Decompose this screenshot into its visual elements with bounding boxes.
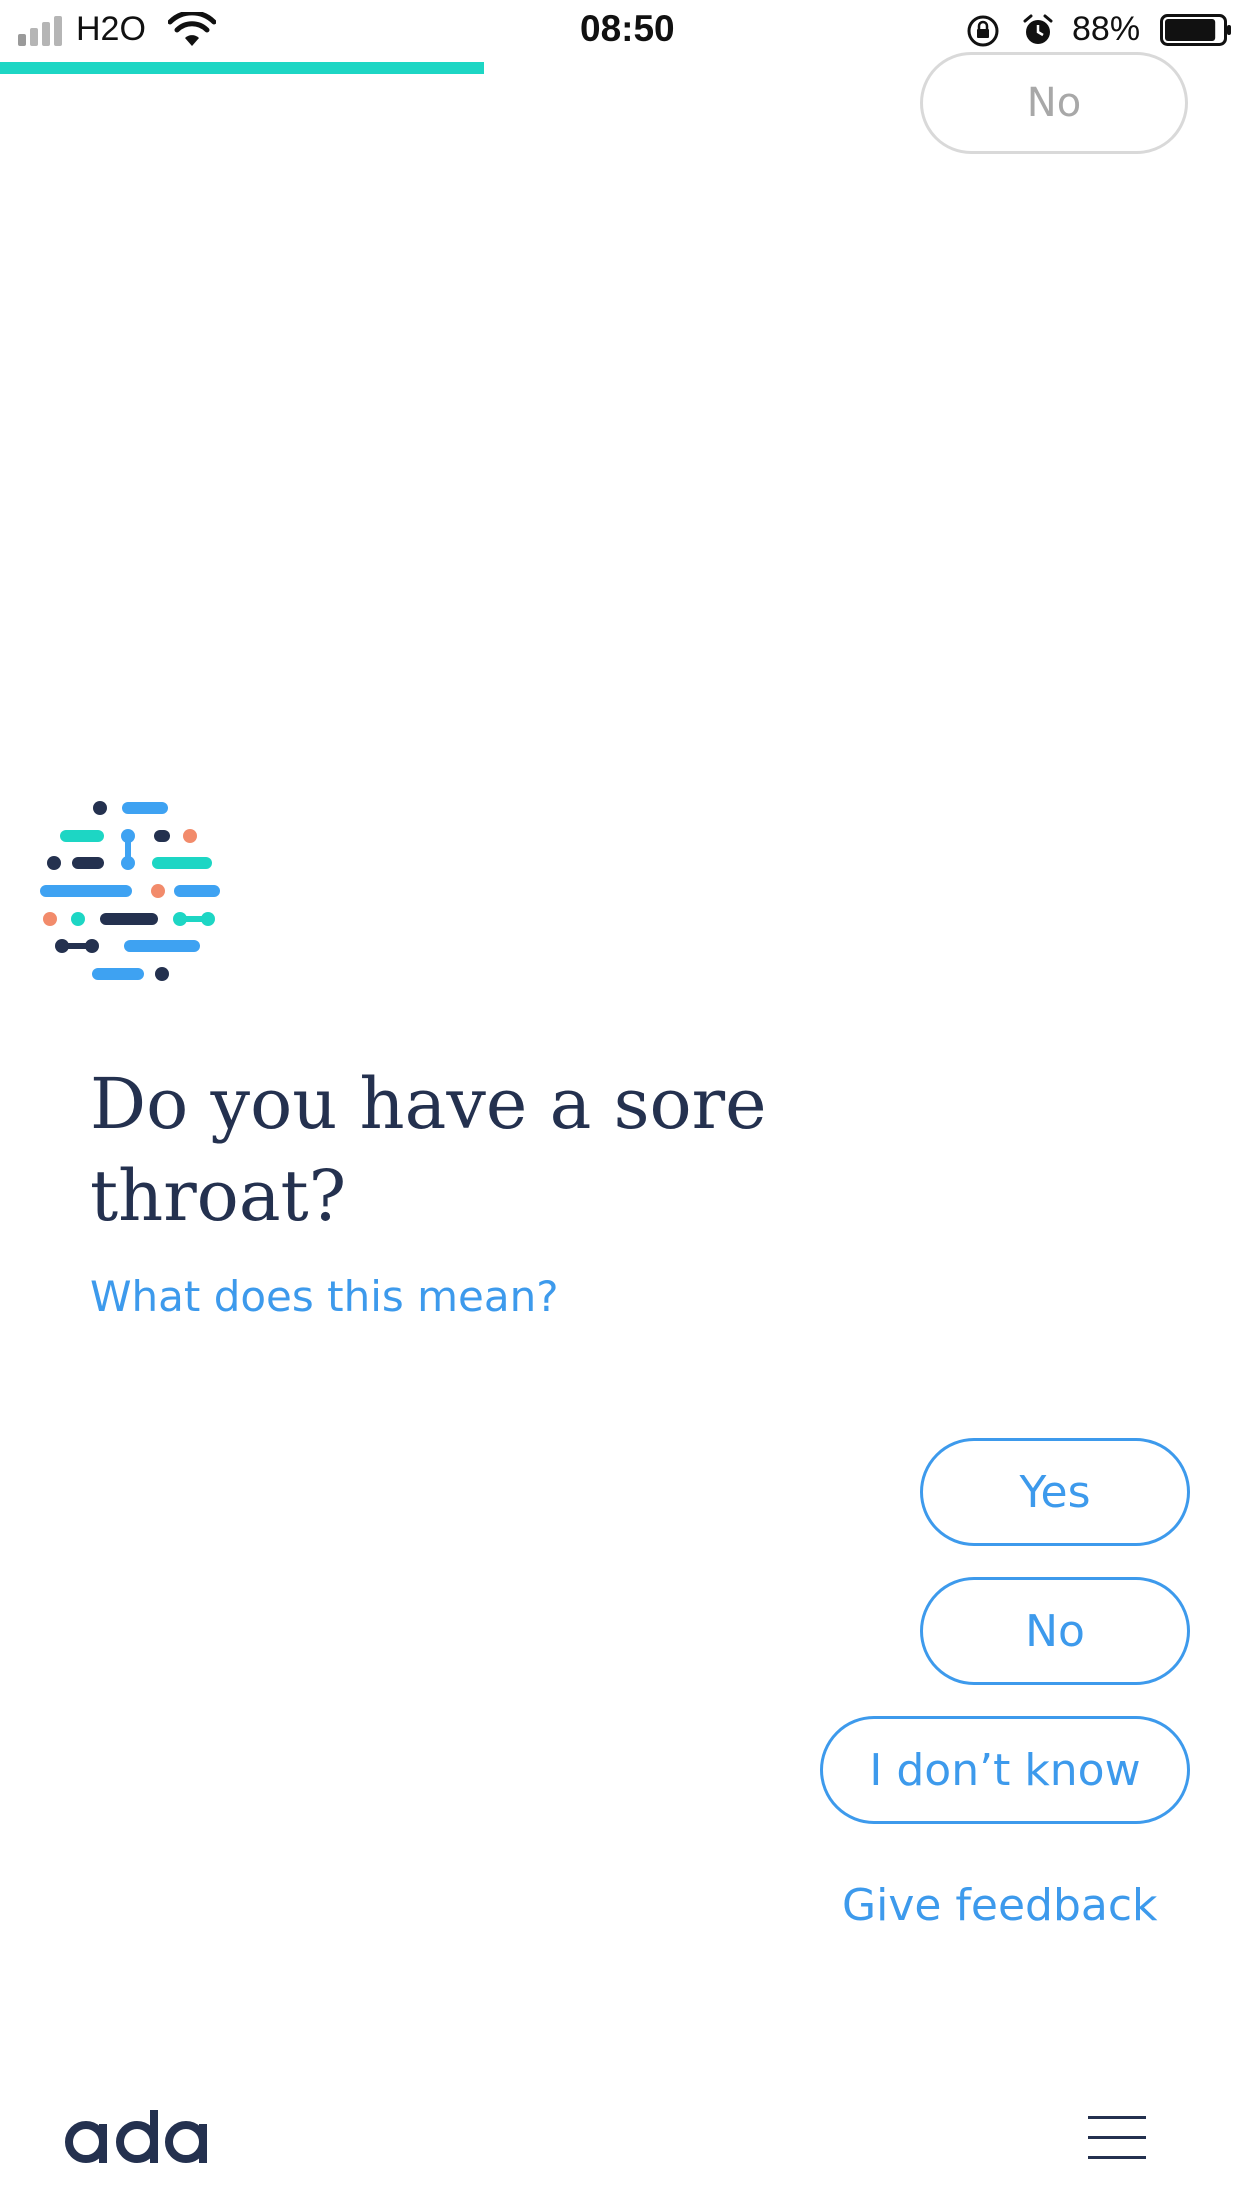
carrier-name: H2O [76,10,146,48]
battery-percentage: 88% [1072,10,1141,48]
ada-wordmark-logo [65,2110,207,2163]
clock: 08:50 [580,8,675,49]
give-feedback-link[interactable]: Give feedback [842,1880,1158,1931]
answer-yes-button[interactable]: Yes [920,1438,1190,1546]
hamburger-menu-icon[interactable] [1088,2110,1148,2164]
previous-answer-bubble: No [920,52,1188,154]
wifi-icon [168,12,216,46]
question-text: Do you have a sore throat? [90,1063,767,1237]
answer-no-button[interactable]: No [920,1577,1190,1685]
what-does-this-mean-link[interactable]: What does this mean? [90,1272,559,1321]
answer-dont-know-button[interactable]: I don’t know [820,1716,1190,1824]
ada-logo-mark-icon [40,801,220,981]
signal-strength-icon [18,14,68,46]
alarm-icon [1023,14,1053,44]
progress-bar-fill [0,62,485,74]
battery-icon [1160,14,1231,46]
rotation-lock-icon [967,15,999,47]
